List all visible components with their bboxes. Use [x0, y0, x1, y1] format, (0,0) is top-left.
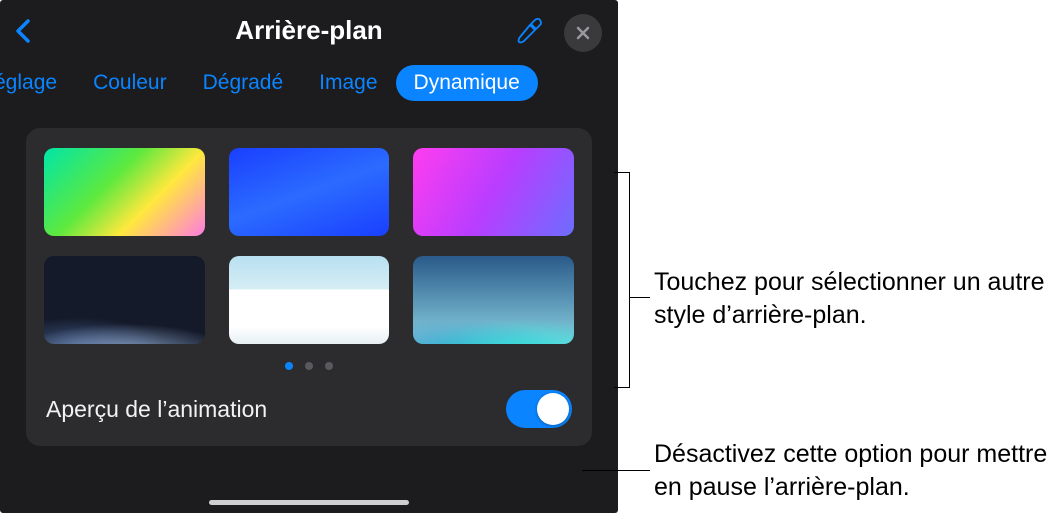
toggle-knob: [537, 393, 569, 425]
thumbnail-dynamic-3[interactable]: [413, 148, 574, 236]
callout-line-toggle: [582, 470, 650, 471]
close-button[interactable]: [564, 14, 602, 52]
callout-bracket-thumbnails: [614, 172, 630, 388]
home-indicator: [209, 500, 409, 505]
page-indicator[interactable]: [44, 362, 574, 370]
callout-text-thumbnails: Touchez pour sélectionner un autre style…: [654, 266, 1054, 331]
animation-preview-toggle[interactable]: [506, 390, 572, 428]
animation-preview-label: Aperçu de l’animation: [46, 396, 267, 423]
tab-preset[interactable]: églage: [0, 65, 75, 101]
content-card: Aperçu de l’animation: [26, 128, 592, 446]
tab-color[interactable]: Couleur: [75, 65, 185, 101]
thumbnail-grid: [44, 148, 574, 344]
eyedropper-icon: [516, 18, 542, 44]
eyedropper-button[interactable]: [516, 18, 542, 49]
page-dot-1: [285, 362, 293, 370]
background-panel: Arrière-plan églage Couleur Dégradé Imag…: [0, 0, 618, 513]
panel-header: Arrière-plan: [0, 0, 618, 60]
tab-image[interactable]: Image: [301, 65, 395, 101]
animation-preview-row: Aperçu de l’animation: [44, 390, 574, 428]
thumbnail-dynamic-1[interactable]: [44, 148, 205, 236]
thumbnail-dynamic-2[interactable]: [229, 148, 390, 236]
back-button[interactable]: [14, 18, 32, 49]
thumbnail-dynamic-6[interactable]: [413, 256, 574, 344]
close-icon: [575, 25, 591, 41]
tab-bar: églage Couleur Dégradé Image Dynamique: [0, 60, 618, 106]
chevron-left-icon: [14, 18, 32, 44]
tab-gradient[interactable]: Dégradé: [185, 65, 302, 101]
callout-text-toggle: Désactivez cette option pour mettre en p…: [654, 438, 1054, 503]
thumbnail-dynamic-5[interactable]: [229, 256, 390, 344]
page-dot-2: [305, 362, 313, 370]
tab-dynamic[interactable]: Dynamique: [396, 65, 538, 101]
thumbnail-dynamic-4[interactable]: [44, 256, 205, 344]
page-dot-3: [325, 362, 333, 370]
callout-line-thumbnails: [630, 297, 650, 298]
callouts-area: Touchez pour sélectionner un autre style…: [612, 0, 1059, 513]
